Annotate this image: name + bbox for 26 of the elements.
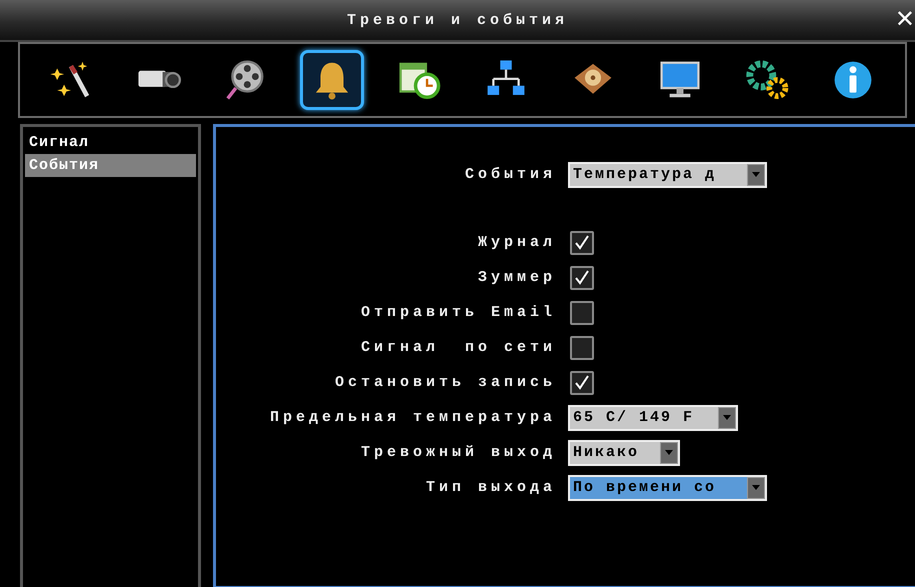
dropdown[interactable]: Температура д [568, 162, 767, 188]
field-label: Зуммер [476, 269, 556, 286]
close-button[interactable]: ✕ [890, 6, 915, 32]
checkmark-icon [573, 268, 591, 286]
dropdown[interactable]: 65 C/ 149 F [568, 404, 738, 430]
field-label: Тревожный выход [360, 444, 556, 461]
field-label: Предельная температура [268, 409, 556, 426]
checkbox[interactable] [570, 230, 594, 254]
dropdown[interactable]: Никако [568, 440, 680, 466]
checkbox[interactable] [570, 266, 594, 290]
checkbox[interactable] [570, 370, 594, 394]
sidebar-item[interactable]: События [25, 154, 196, 177]
field-label: Тип выхода [424, 479, 556, 496]
field-label: Сигнал по сети [360, 339, 556, 356]
toolbar-button[interactable] [300, 50, 364, 110]
field-label: События [464, 166, 556, 183]
field-label: Журнал [476, 234, 556, 251]
checkbox[interactable] [570, 300, 594, 324]
field-label: Остановить запись [334, 374, 556, 391]
window-title: Тревоги и события [346, 12, 568, 28]
dropdown[interactable]: По времени со [568, 474, 767, 500]
checkbox[interactable] [570, 336, 594, 360]
sidebar-item[interactable]: Сигнал [25, 131, 196, 154]
field-label: Отправить Email [360, 304, 556, 321]
checkmark-icon [573, 234, 591, 252]
checkmark-icon [573, 374, 591, 392]
